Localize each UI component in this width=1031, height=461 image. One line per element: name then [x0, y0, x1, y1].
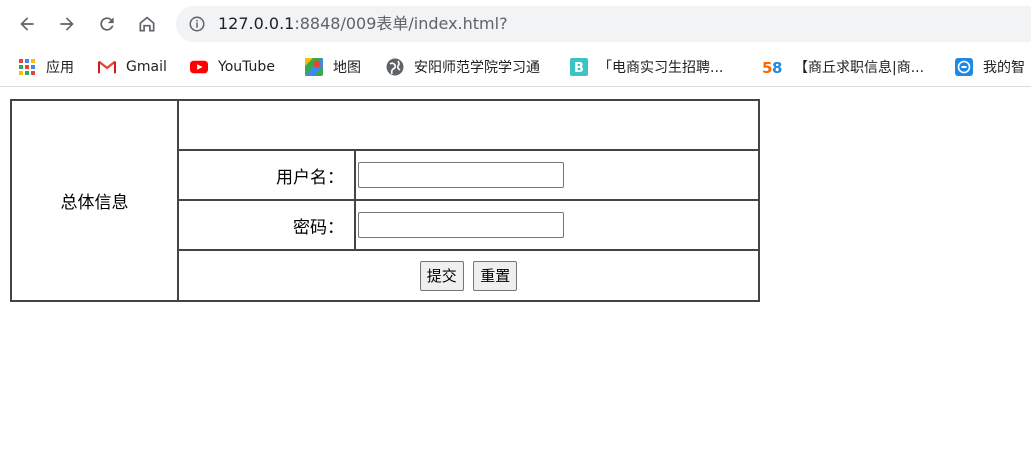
bookmark-maps[interactable]: 地图	[305, 56, 361, 78]
bookmark-youtube[interactable]: YouTube	[190, 56, 275, 78]
gmail-icon	[98, 60, 116, 74]
username-label: 用户名：	[276, 167, 344, 188]
buttons-cell: 提交 重置	[177, 249, 760, 302]
reload-icon	[100, 17, 114, 31]
reset-button[interactable]: 重置	[473, 260, 518, 291]
password-input-cell	[354, 199, 760, 251]
browser-toolbar: 127.0.0.1:8848/009表单/index.html?	[0, 0, 1031, 48]
bookmark-label: Gmail	[126, 59, 167, 75]
bookmark-label: YouTube	[218, 59, 275, 75]
globe-icon	[386, 58, 404, 76]
url-text[interactable]: 127.0.0.1:8848/009表单/index.html?	[218, 13, 508, 35]
password-input[interactable]	[358, 212, 564, 238]
bookmark-job-b[interactable]: B 「电商实习生招聘...	[570, 56, 723, 78]
bookmark-job-58[interactable]: 5 8 【商丘求职信息|商...	[762, 56, 924, 78]
forward-button[interactable]	[52, 9, 82, 39]
login-form-table: 总体信息 用户名： 密码： 提交 重置	[10, 99, 760, 302]
submit-button[interactable]: 提交	[419, 260, 464, 291]
apps-grid-icon	[19, 59, 35, 75]
back-button[interactable]	[12, 9, 42, 39]
arrow-left-icon	[20, 17, 34, 31]
bookmark-gmail[interactable]: Gmail	[98, 56, 167, 78]
youtube-icon	[190, 60, 208, 74]
address-bar[interactable]: 127.0.0.1:8848/009表单/index.html?	[176, 6, 1031, 42]
bookmark-label: 我的智	[983, 60, 1025, 76]
overall-info-label: 总体信息	[60, 193, 129, 213]
url-path: :8848/009表单/index.html?	[294, 14, 508, 33]
page-content: 总体信息 用户名： 密码： 提交 重置	[0, 89, 1031, 461]
username-label-cell: 用户名：	[177, 149, 356, 201]
info-icon[interactable]	[188, 15, 206, 33]
password-label: 密码：	[293, 217, 344, 238]
svg-text:B: B	[574, 61, 584, 76]
arrow-right-icon	[60, 17, 74, 31]
overall-info-cell: 总体信息	[10, 99, 179, 302]
reload-button[interactable]	[92, 9, 122, 39]
username-input-cell	[354, 149, 760, 201]
svg-text:5: 5	[762, 59, 772, 76]
bookmark-apps[interactable]: 应用	[18, 56, 74, 78]
maps-icon	[305, 58, 323, 76]
bookmark-label: 应用	[46, 60, 74, 76]
bookmark-label: 「电商实习生招聘...	[598, 60, 724, 76]
58-logo-icon: 5 8	[762, 59, 782, 76]
bookmark-zhi[interactable]: 我的智	[955, 56, 1025, 78]
bookmark-label: 【商丘求职信息|商...	[794, 60, 925, 76]
header-empty-cell	[177, 99, 760, 151]
bookmark-chaoxing[interactable]: 安阳师范学院学习通	[386, 56, 540, 78]
home-button[interactable]	[132, 9, 162, 39]
bookmark-label: 安阳师范学院学习通	[414, 60, 540, 76]
home-icon	[139, 16, 155, 32]
url-host: 127.0.0.1	[218, 14, 295, 33]
svg-text:8: 8	[772, 59, 782, 76]
zhi-logo-icon	[955, 58, 973, 76]
username-input[interactable]	[358, 162, 564, 188]
bookmark-label: 地图	[333, 60, 361, 76]
b-logo-icon: B	[570, 58, 588, 76]
password-label-cell: 密码：	[177, 199, 356, 251]
bookmarks-bar: 应用 Gmail YouTube 地图 安阳师范学院学习通 B 「电商实习生招聘…	[0, 48, 1031, 87]
